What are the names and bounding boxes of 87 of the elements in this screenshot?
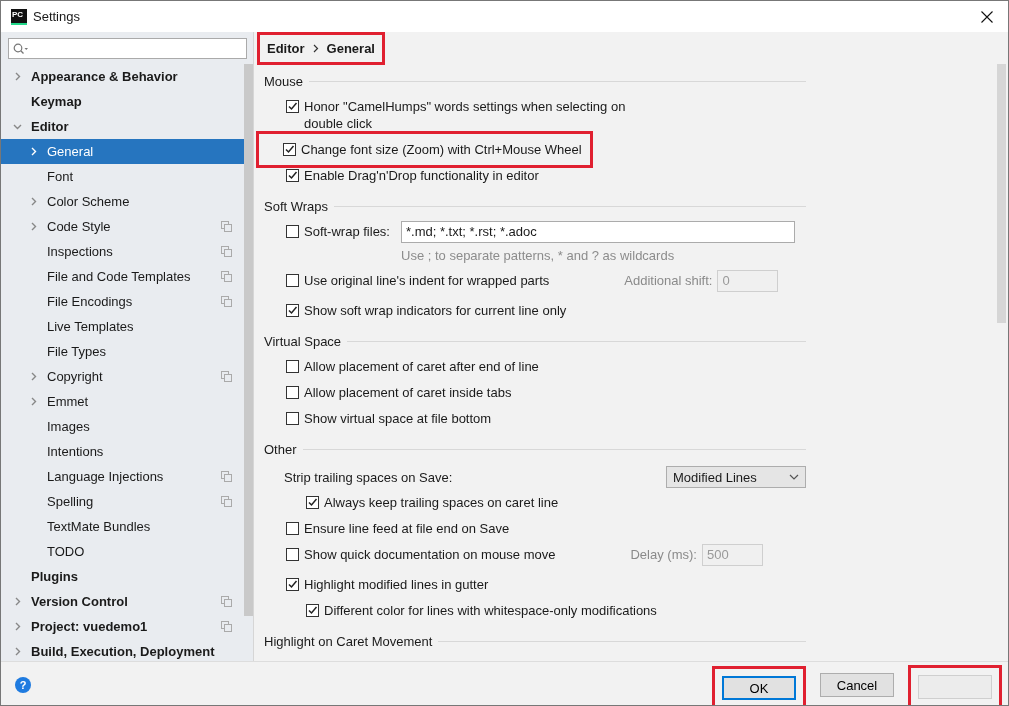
- checkbox[interactable]: [286, 169, 299, 182]
- dialog-button[interactable]: OK: [722, 676, 796, 700]
- field-label: Additional shift:: [624, 272, 713, 290]
- sidebar-item[interactable]: Version Control: [1, 589, 244, 614]
- dropdown[interactable]: Modified Lines: [666, 466, 806, 488]
- checkbox[interactable]: [286, 386, 299, 399]
- sidebar-item[interactable]: TextMate Bundles: [1, 514, 244, 539]
- chevron-right-icon[interactable]: [29, 222, 38, 231]
- checkbox[interactable]: [306, 496, 319, 509]
- section-title: Soft Wraps: [264, 198, 329, 214]
- chevron-down-icon: [789, 474, 799, 480]
- checkbox[interactable]: [286, 522, 299, 535]
- section-title: Other: [264, 441, 297, 457]
- help-button[interactable]: ?: [15, 677, 31, 693]
- sidebar-item[interactable]: Font: [1, 164, 244, 189]
- sidebar-item[interactable]: Language Injections: [1, 464, 244, 489]
- hint-text: Use ; to separate patterns, * and ? as wildcards: [401, 248, 676, 263]
- field-label: Delay (ms):: [630, 546, 697, 564]
- checkbox-label[interactable]: Allow placement of caret inside tabs: [304, 384, 512, 401]
- breadcrumb-item[interactable]: Editor: [267, 40, 305, 56]
- checkbox-label[interactable]: Always keep trailing spaces on caret line: [324, 494, 559, 511]
- checkbox-label[interactable]: Use original line's indent for wrapped parts: [304, 272, 550, 289]
- checkbox[interactable]: [286, 225, 299, 238]
- checkbox-label[interactable]: Show quick documentation on mouse move: [304, 546, 556, 563]
- checkbox-label[interactable]: Change font size (Zoom) with Ctrl+Mouse Wheel: [301, 141, 582, 158]
- sidebar-item[interactable]: Intentions: [1, 439, 244, 464]
- checkbox[interactable]: [286, 100, 299, 113]
- checkbox[interactable]: [286, 304, 299, 317]
- sidebar-item[interactable]: Plugins: [1, 564, 244, 589]
- checkbox[interactable]: [283, 143, 296, 156]
- chevron-down-icon[interactable]: [13, 122, 22, 131]
- chevron-right-icon[interactable]: [29, 372, 38, 381]
- checkbox-label[interactable]: Soft-wrap files:: [304, 223, 390, 240]
- checkbox-label[interactable]: Honor "CamelHumps" words settings when selecting on double click: [304, 98, 626, 132]
- setting-label: Strip trailing spaces on Save:: [284, 469, 453, 485]
- input-field[interactable]: *.md; *.txt; *.rst; *.adoc: [401, 221, 795, 243]
- checkbox[interactable]: [286, 548, 299, 561]
- sidebar-item[interactable]: Spelling: [1, 489, 244, 514]
- sidebar-item[interactable]: File and Code Templates: [1, 264, 244, 289]
- checkbox-label[interactable]: Ensure line feed at file end on Save: [304, 520, 510, 537]
- scrollbar[interactable]: [244, 64, 253, 616]
- sidebar-item[interactable]: Copyright: [1, 364, 244, 389]
- dialog-button[interactable]: Cancel: [820, 673, 894, 697]
- sidebar-item[interactable]: Appearance & Behavior: [1, 64, 244, 89]
- checkbox-label[interactable]: Allow placement of caret after end of line: [304, 358, 539, 375]
- chevron-right-icon[interactable]: [29, 147, 38, 156]
- checkbox[interactable]: [286, 412, 299, 425]
- checkbox[interactable]: [286, 360, 299, 373]
- window-title: Settings: [33, 9, 80, 24]
- sidebar-item[interactable]: Build, Execution, Deployment: [1, 639, 244, 664]
- sidebar-item[interactable]: General: [1, 139, 244, 164]
- app-logo: PC: [11, 8, 27, 25]
- search-field[interactable]: [8, 38, 247, 59]
- close-icon[interactable]: [981, 10, 993, 23]
- chevron-right-icon[interactable]: [13, 72, 22, 81]
- section-title: Highlight on Caret Movement: [264, 633, 433, 649]
- checkbox-label[interactable]: Different color for lines with whitespace-only modifications: [324, 602, 657, 619]
- sidebar-item[interactable]: Inspections: [1, 239, 244, 264]
- checkbox-label[interactable]: Show soft wrap indicators for current line only: [304, 302, 567, 319]
- chevron-right-icon[interactable]: [13, 597, 22, 606]
- chevron-right-icon: [312, 43, 319, 53]
- search-icon: [13, 42, 29, 55]
- sidebar-item[interactable]: Live Templates: [1, 314, 244, 339]
- chevron-right-icon[interactable]: [29, 197, 38, 206]
- checkbox-label[interactable]: Highlight modified lines in gutter: [304, 576, 489, 593]
- sidebar-item[interactable]: Code Style: [1, 214, 244, 239]
- sidebar-item[interactable]: Emmet: [1, 389, 244, 414]
- sidebar-item[interactable]: File Encodings: [1, 289, 244, 314]
- section-title: Virtual Space: [264, 333, 342, 349]
- scrollbar[interactable]: [997, 64, 1006, 323]
- sidebar-item[interactable]: Project: vuedemo1: [1, 614, 244, 639]
- checkbox[interactable]: [306, 604, 319, 617]
- sidebar-item[interactable]: Color Scheme: [1, 189, 244, 214]
- sidebar-item[interactable]: Keymap: [1, 89, 244, 114]
- checkbox-label[interactable]: Enable Drag'n'Drop functionality in editor: [304, 167, 539, 184]
- sidebar-item[interactable]: File Types: [1, 339, 244, 364]
- checkbox-label[interactable]: Show virtual space at file bottom: [304, 410, 492, 427]
- sidebar-item[interactable]: Images: [1, 414, 244, 439]
- sidebar-item[interactable]: TODO: [1, 539, 244, 564]
- section-title: Mouse: [264, 73, 304, 89]
- checkbox[interactable]: [286, 274, 299, 287]
- checkbox[interactable]: [286, 578, 299, 591]
- chevron-right-icon[interactable]: [29, 397, 38, 406]
- chevron-right-icon[interactable]: [13, 647, 22, 656]
- chevron-right-icon[interactable]: [13, 622, 22, 631]
- sidebar-item[interactable]: Editor: [1, 114, 244, 139]
- breadcrumb-item[interactable]: General: [326, 40, 375, 56]
